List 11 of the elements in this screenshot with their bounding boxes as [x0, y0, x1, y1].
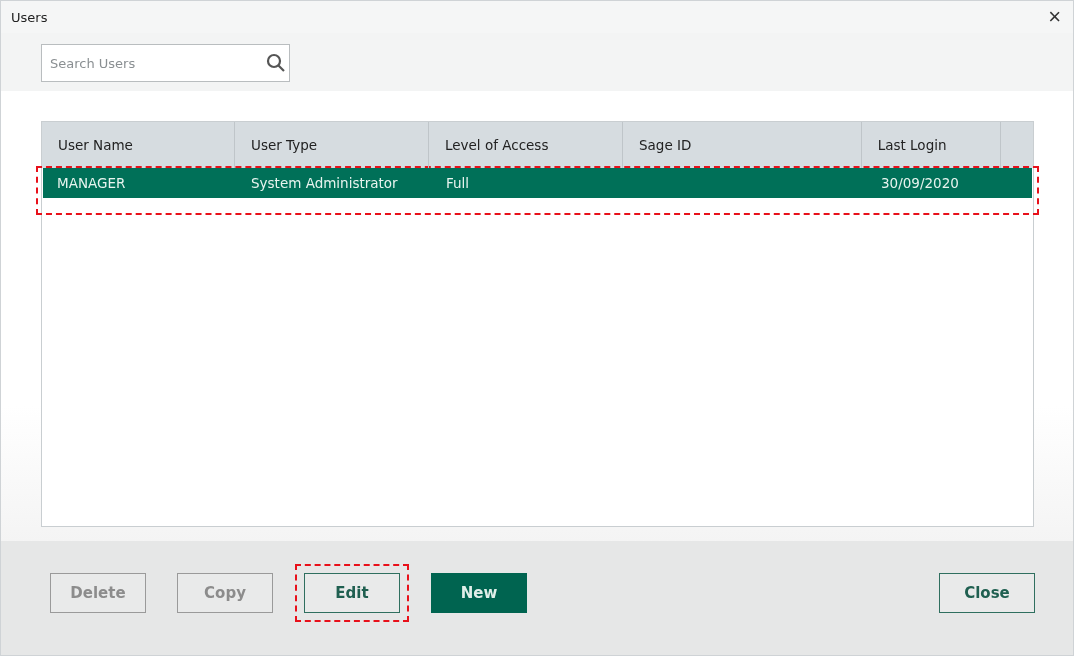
table-cell: 30/09/2020	[881, 175, 959, 191]
table-cell: MANAGER	[57, 175, 126, 191]
table-cell: Full	[446, 175, 470, 191]
action-button[interactable]: New	[431, 573, 527, 613]
table-row[interactable]: MANAGER System Administrator Full 30/09/2020	[43, 168, 1032, 198]
window-title: Users	[11, 9, 48, 25]
search-field[interactable]: Search Users	[41, 44, 290, 82]
table-cell: System Administrator	[251, 175, 398, 191]
action-button[interactable]: Edit	[304, 573, 400, 613]
close-button[interactable]: Close	[939, 573, 1035, 613]
search-icon	[266, 53, 286, 73]
